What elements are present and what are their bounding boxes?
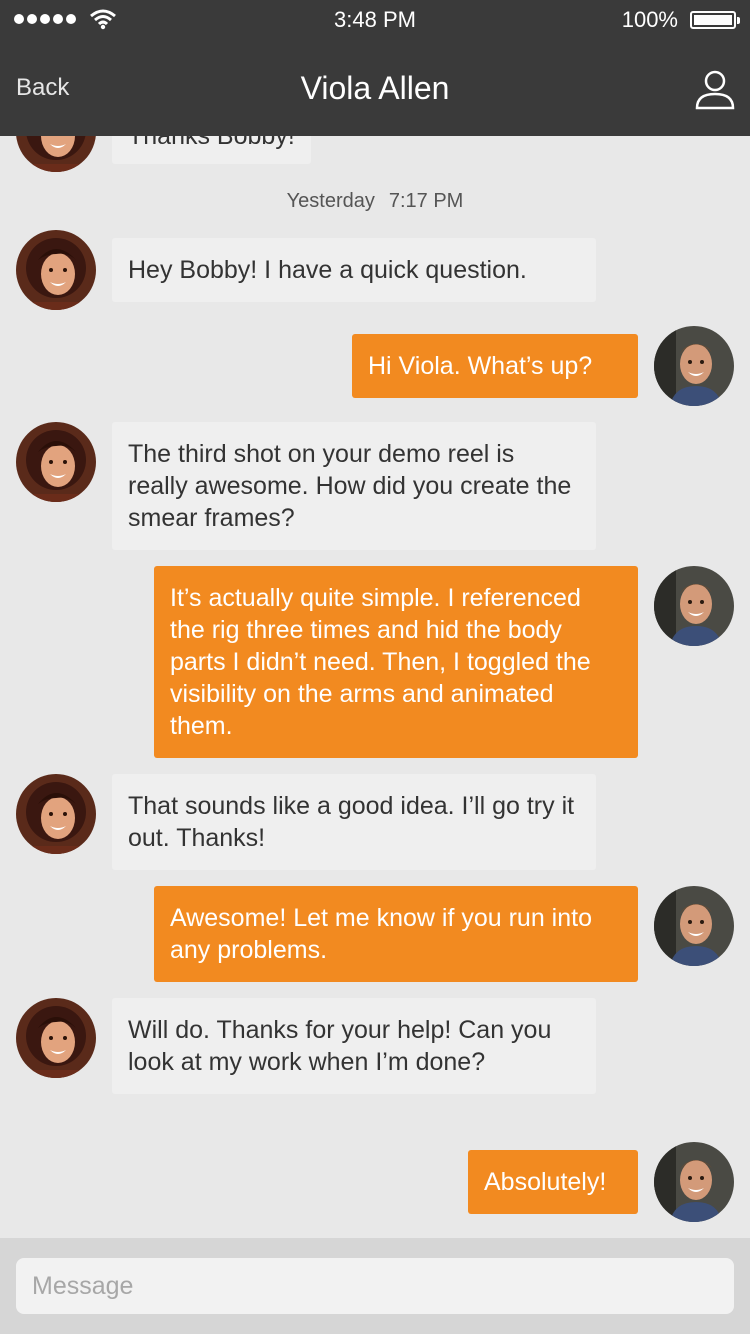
message-list[interactable]: Thanks Bobby! Yesterday 7:17 PM Hey Bobby… (0, 136, 750, 1238)
viola-avatar[interactable] (16, 998, 96, 1078)
message-input[interactable] (16, 1258, 734, 1314)
battery-percent: 100% (621, 7, 678, 32)
viola-avatar[interactable] (16, 230, 96, 310)
profile-icon[interactable] (694, 68, 736, 110)
viola-avatar[interactable] (16, 774, 96, 854)
composer-bar (0, 1238, 750, 1334)
incoming-message-bubble: The third shot on your demo reel is real… (112, 422, 596, 550)
bobby-avatar[interactable] (654, 566, 734, 646)
outgoing-message-bubble: Awesome! Let me know if you run into any… (154, 886, 638, 982)
conversation-title: Viola Allen (300, 70, 450, 106)
bobby-avatar[interactable] (654, 326, 734, 406)
status-bar: 3:48 PM 100% (0, 0, 750, 40)
viola-avatar[interactable] (16, 422, 96, 502)
outgoing-message-bubble: It’s actually quite simple. I referenced… (154, 566, 638, 758)
battery-icon (690, 11, 740, 29)
incoming-message-bubble: Will do. Thanks for your help! Can you l… (112, 998, 596, 1094)
date-time: 7:17 PM (388, 190, 464, 212)
incoming-message-bubble: That sounds like a good idea. I’ll go tr… (112, 774, 596, 870)
incoming-message-bubble: Hey Bobby! I have a quick question. (112, 238, 596, 302)
viola-avatar[interactable] (16, 136, 96, 172)
outgoing-message-bubble: Absolutely! (468, 1150, 638, 1214)
date-label: Yesterday (286, 190, 375, 212)
date-divider: Yesterday 7:17 PM (0, 190, 750, 213)
incoming-message-bubble: Thanks Bobby! (112, 136, 311, 164)
outgoing-message-bubble: Hi Viola. What’s up? (352, 334, 638, 398)
bobby-avatar[interactable] (654, 886, 734, 966)
nav-bar: Back Viola Allen (0, 40, 750, 136)
bobby-avatar[interactable] (654, 1142, 734, 1222)
